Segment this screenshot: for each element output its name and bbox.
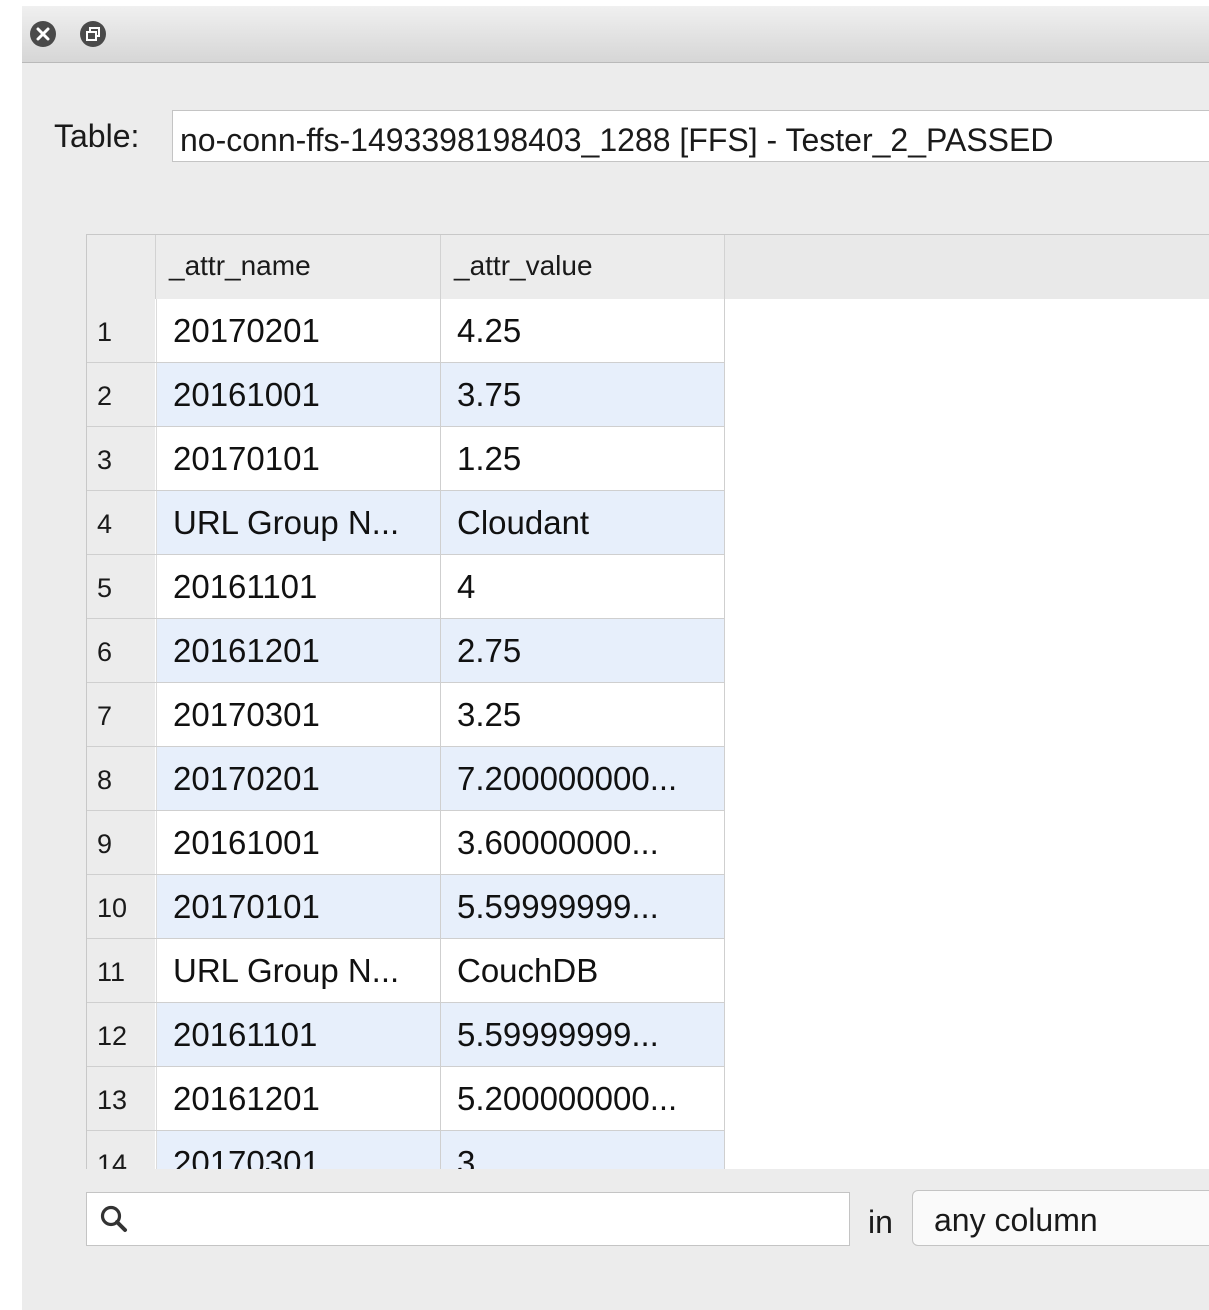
table-row[interactable]: 6 20161201 2.75: [87, 619, 725, 683]
in-label: in: [868, 1204, 893, 1240]
row-number: 14: [87, 1131, 155, 1169]
cell-attr-value[interactable]: 3.60000000...: [441, 811, 725, 874]
column-select[interactable]: any column: [912, 1190, 1209, 1246]
grid-rows: 1 20170201 4.25 2 20161001 3.75 3 20170101 1.25 4…: [87, 299, 725, 1169]
table-row[interactable]: 7 20170301 3.25: [87, 683, 725, 747]
cell-attr-name[interactable]: 20161101: [156, 555, 441, 618]
cell-attr-name[interactable]: 20161201: [156, 619, 441, 682]
cell-attr-value[interactable]: 5.59999999...: [441, 875, 725, 938]
search-icon: [99, 1204, 129, 1239]
table-viewer-window: Table: no-conn-ffs-1493398198403_1288 [F…: [22, 6, 1209, 1310]
cell-attr-name[interactable]: 20170101: [156, 427, 441, 490]
row-number: 8: [87, 747, 155, 810]
row-number: 1: [87, 299, 155, 362]
cell-attr-value[interactable]: 2.75: [441, 619, 725, 682]
cell-attr-value[interactable]: 3.75: [441, 363, 725, 426]
table-row[interactable]: 2 20161001 3.75: [87, 363, 725, 427]
cell-attr-value[interactable]: 4: [441, 555, 725, 618]
row-number: 12: [87, 1003, 155, 1066]
row-number: 7: [87, 683, 155, 746]
row-number: 10: [87, 875, 155, 938]
table-row[interactable]: 4 URL Group N... Cloudant: [87, 491, 725, 555]
cell-attr-value[interactable]: 5.59999999...: [441, 1003, 725, 1066]
restore-icon[interactable]: [80, 21, 106, 47]
cell-attr-value[interactable]: 1.25: [441, 427, 725, 490]
column-header-attr-value[interactable]: _attr_value: [441, 235, 725, 299]
table-row[interactable]: 12 20161101 5.59999999...: [87, 1003, 725, 1067]
search-input[interactable]: [137, 1201, 841, 1239]
cell-attr-name[interactable]: 20170101: [156, 875, 441, 938]
table-row[interactable]: 9 20161001 3.60000000...: [87, 811, 725, 875]
cell-attr-name[interactable]: 20161201: [156, 1067, 441, 1130]
cell-attr-value[interactable]: 7.200000000...: [441, 747, 725, 810]
table-row[interactable]: 13 20161201 5.200000000...: [87, 1067, 725, 1131]
grid-header: _attr_name _attr_value: [87, 235, 1209, 299]
table-row[interactable]: 1 20170201 4.25: [87, 299, 725, 363]
cell-attr-name[interactable]: 20170201: [156, 747, 441, 810]
cell-attr-name[interactable]: 20170201: [156, 299, 441, 362]
row-number-header: [87, 235, 156, 299]
cell-attr-value[interactable]: 4.25: [441, 299, 725, 362]
cell-attr-name[interactable]: 20170301: [156, 1131, 441, 1169]
cell-attr-value[interactable]: 3.25: [441, 683, 725, 746]
row-number: 4: [87, 491, 155, 554]
cell-attr-name[interactable]: 20161001: [156, 811, 441, 874]
cell-attr-value[interactable]: CouchDB: [441, 939, 725, 1002]
cell-attr-value[interactable]: Cloudant: [441, 491, 725, 554]
row-number: 13: [87, 1067, 155, 1130]
table-row[interactable]: 14 20170301 3: [87, 1131, 725, 1169]
table-row[interactable]: 11 URL Group N... CouchDB: [87, 939, 725, 1003]
data-grid: _attr_name _attr_value 1 20170201 4.25 2 201…: [86, 234, 1209, 1169]
table-row[interactable]: 8 20170201 7.200000000...: [87, 747, 725, 811]
cell-attr-name[interactable]: 20161001: [156, 363, 441, 426]
table-row[interactable]: 3 20170101 1.25: [87, 427, 725, 491]
row-number: 5: [87, 555, 155, 618]
search-field[interactable]: [86, 1192, 850, 1246]
close-icon[interactable]: [30, 21, 56, 47]
cell-attr-name[interactable]: URL Group N...: [156, 939, 441, 1002]
cell-attr-name[interactable]: 20170301: [156, 683, 441, 746]
row-number: 6: [87, 619, 155, 682]
cell-attr-name[interactable]: 20161101: [156, 1003, 441, 1066]
cell-attr-value[interactable]: 5.200000000...: [441, 1067, 725, 1130]
row-number: 2: [87, 363, 155, 426]
table-row[interactable]: 5 20161101 4: [87, 555, 725, 619]
row-number: 3: [87, 427, 155, 490]
column-header-attr-name[interactable]: _attr_name: [156, 235, 441, 299]
row-number: 9: [87, 811, 155, 874]
row-number: 11: [87, 939, 155, 1002]
table-name-field[interactable]: no-conn-ffs-1493398198403_1288 [FFS] - T…: [172, 110, 1209, 162]
table-label: Table:: [54, 118, 140, 154]
cell-attr-value[interactable]: 3: [441, 1131, 725, 1169]
table-row[interactable]: 10 20170101 5.59999999...: [87, 875, 725, 939]
cell-attr-name[interactable]: URL Group N...: [156, 491, 441, 554]
titlebar: [22, 6, 1209, 63]
